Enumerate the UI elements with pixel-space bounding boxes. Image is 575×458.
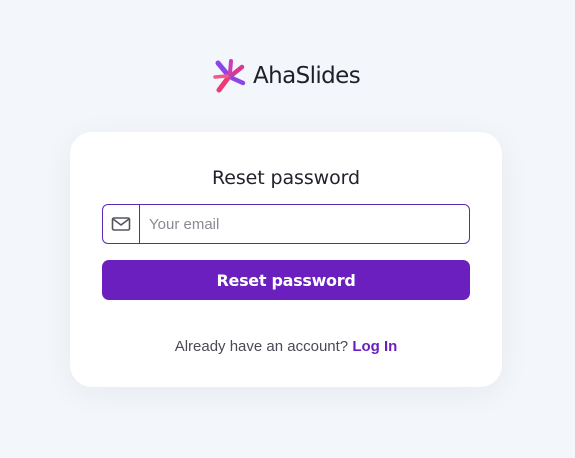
- login-prompt: Already have an account? Log In: [70, 338, 502, 355]
- email-icon-box: [103, 205, 140, 243]
- login-link[interactable]: Log In: [352, 338, 397, 355]
- ahaslides-logo-icon: [213, 59, 246, 93]
- brand-logo[interactable]: AhaSlides: [213, 58, 361, 94]
- mail-icon: [111, 217, 131, 231]
- email-field-group[interactable]: [102, 204, 470, 244]
- email-input[interactable]: [140, 205, 469, 243]
- card-title: Reset password: [212, 167, 360, 189]
- brand-name: AhaSlides: [253, 63, 361, 89]
- reset-password-card: Reset password Reset password Already ha…: [70, 132, 502, 387]
- reset-password-page: AhaSlides Reset password Reset password …: [0, 0, 575, 458]
- login-prompt-text: Already have an account?: [174, 338, 349, 355]
- reset-password-button[interactable]: Reset password: [102, 260, 470, 300]
